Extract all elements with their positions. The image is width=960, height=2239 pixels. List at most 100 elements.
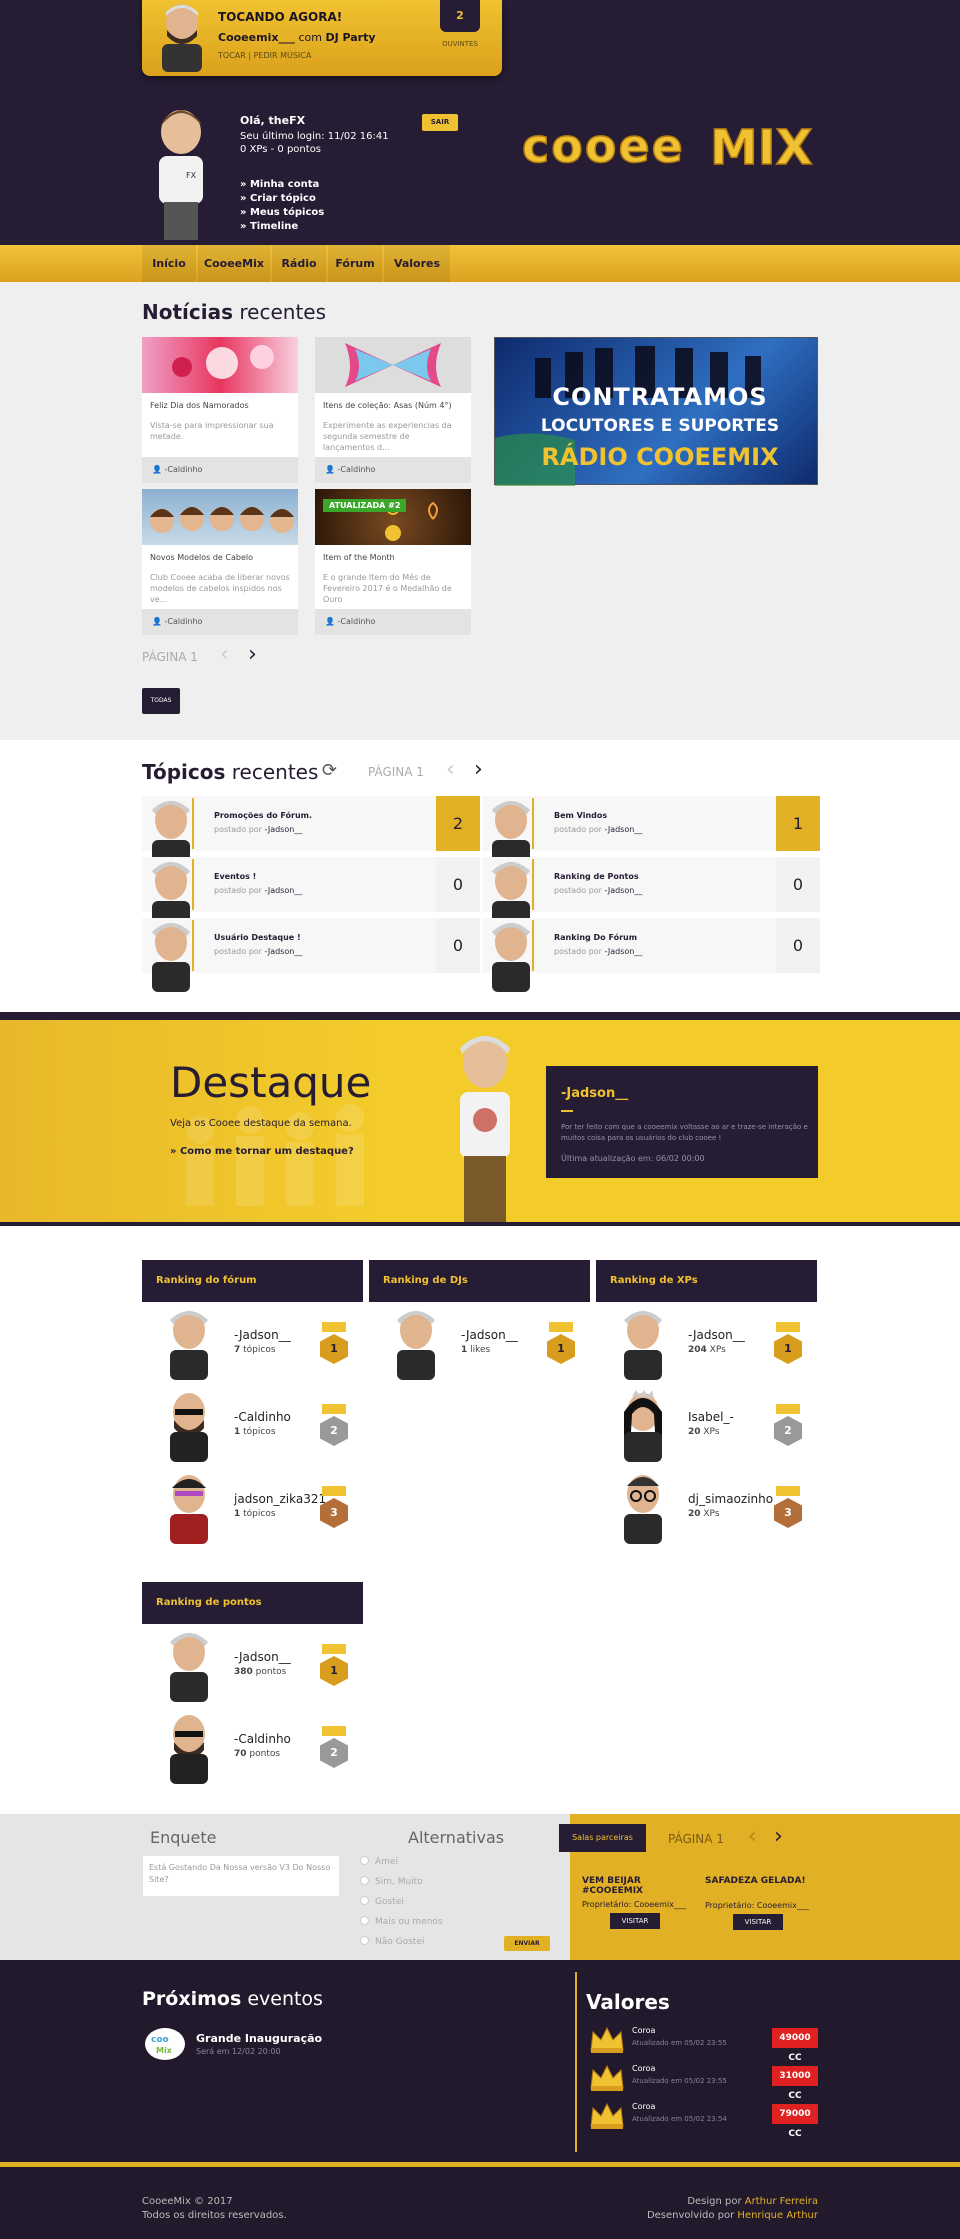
user-icon: 👤 (325, 465, 338, 474)
hiring-banner[interactable]: CONTRATAMOS LOCUTORES E SUPORTES RÁDIO C… (494, 337, 818, 486)
ranking-row[interactable]: -Jadson__ 7 tópicos 1 (142, 1302, 363, 1384)
ranking-avatar (164, 1308, 214, 1380)
banner-line1: CONTRATAMOS (552, 383, 768, 411)
radio-icon[interactable] (360, 1916, 369, 1925)
ranking-avatar (164, 1712, 214, 1784)
nav-radio[interactable]: Rádio (272, 245, 326, 282)
menu-timeline[interactable]: » Timeline (240, 220, 324, 234)
prev-arrow-icon[interactable]: ‹ (446, 757, 455, 782)
ranking-row[interactable]: jadson_zika321 1 tópicos 3 (142, 1466, 363, 1548)
radio-icon[interactable] (360, 1856, 369, 1865)
poll-question: Está Gostando Da Nossa versão V3 Do Noss… (143, 1856, 339, 1896)
topic-row[interactable]: Usuário Destaque ! postado por -Jadson__ 0 (142, 918, 480, 992)
topic-row[interactable]: Bem Vindos postado por -Jadson__ 1 (482, 796, 820, 870)
ranking-row[interactable]: dj_simaozinho 20 XPs 3 (596, 1466, 817, 1548)
ranking-panel: Ranking de DJs -Jadson__ 1 likes 1 (369, 1260, 590, 1384)
radio-icon[interactable] (360, 1896, 369, 1905)
next-arrow-icon[interactable]: › (248, 642, 257, 667)
poll-option[interactable]: Gostei (360, 1896, 404, 1907)
svg-text:MIX: MIX (710, 120, 813, 174)
news-title: Novos Modelos de Cabelo (150, 553, 253, 562)
nav-forum[interactable]: Fórum (328, 245, 382, 282)
topic-reply-count: 0 (776, 918, 820, 973)
menu-my-account[interactable]: » Minha conta (240, 178, 324, 192)
now-playing-actions[interactable]: TOCAR | PEDIR MÚSICA (218, 51, 311, 60)
refresh-icon[interactable]: ⟳ (322, 760, 337, 781)
user-xp: 0 XPs - 0 pontos (240, 144, 322, 155)
how-to-feature-link[interactable]: » Como me tornar um destaque? (170, 1146, 354, 1157)
featured-updated: Última atualização em: 06/02 00:00 (561, 1154, 705, 1163)
medal-rank: 3 (320, 1498, 348, 1528)
news-desc: Vista-se para impressionar sua metade. (150, 421, 274, 441)
banner-line3: RÁDIO COOEEMIX (541, 443, 779, 471)
ranking-row[interactable]: -Caldinho 1 tópicos 2 (142, 1384, 363, 1466)
event-logo-icon: cooMix (145, 2028, 185, 2060)
featured-user-name[interactable]: -Jadson__ (561, 1086, 628, 1101)
ranking-row[interactable]: -Caldinho 70 pontos 2 (142, 1706, 363, 1788)
value-updated: Atualizado em 05/02 23:55 (632, 2077, 727, 2085)
ranking-row[interactable]: -Jadson__ 380 pontos 1 (142, 1624, 363, 1706)
topic-row[interactable]: Ranking Do Fórum postado por -Jadson__ 0 (482, 918, 820, 992)
medal-rank: 3 (774, 1498, 802, 1528)
developer-link[interactable]: Henrique Arthur (737, 2210, 818, 2221)
poll-option[interactable]: Não Gostei (360, 1936, 424, 1947)
values-heading: Valores (586, 1990, 670, 2014)
designer-link[interactable]: Arthur Ferreira (745, 2196, 818, 2207)
room-owner: Proprietário: Cooeemix___ (705, 1901, 809, 1910)
ranking-count: 1 tópicos (234, 1509, 276, 1519)
poll-option[interactable]: Mais ou menos (360, 1916, 443, 1927)
poll-option[interactable]: Sim, Muito (360, 1876, 423, 1887)
event-name[interactable]: Grande Inauguração (196, 2032, 322, 2045)
ranking-row[interactable]: Isabel_- 20 XPs 2 (596, 1384, 817, 1466)
news-card[interactable]: Itens de coleção: Asas (Núm 4°) Experime… (315, 337, 471, 483)
ranking-avatar (618, 1472, 668, 1544)
menu-my-topics[interactable]: » Meus tópicos (240, 206, 324, 220)
radio-icon[interactable] (360, 1936, 369, 1945)
logout-button[interactable]: SAIR (422, 114, 458, 131)
topic-row[interactable]: Ranking de Pontos postado por -Jadson__ 0 (482, 857, 820, 931)
next-arrow-icon[interactable]: › (774, 1824, 783, 1849)
nav-cooeemix[interactable]: CooeeMix (198, 245, 270, 282)
topic-author-avatar (146, 859, 194, 931)
featured-title: Destaque (170, 1058, 372, 1107)
all-news-button[interactable]: TODAS (142, 688, 180, 714)
topic-row[interactable]: Eventos ! postado por -Jadson__ 0 (142, 857, 480, 931)
footer: CooeeMix © 2017 Todos os direitos reserva… (0, 2162, 960, 2239)
ranking-title: Ranking do fórum (142, 1260, 363, 1302)
medal-icon: 2 (774, 1404, 802, 1456)
news-card[interactable]: Feliz Dia dos Namorados Vista-se para im… (142, 337, 298, 483)
topic-reply-count: 0 (776, 857, 820, 912)
poll-option[interactable]: Amei (360, 1856, 398, 1867)
prev-arrow-icon[interactable]: ‹ (220, 642, 229, 667)
topics-pagination: PÁGINA 1 (368, 765, 424, 779)
radio-icon[interactable] (360, 1876, 369, 1885)
news-card[interactable]: Novos Modelos de Cabelo Club Cooee acaba… (142, 489, 298, 635)
medal-icon: 1 (320, 1322, 348, 1374)
ranking-user-name: dj_simaozinho (688, 1492, 774, 1506)
news-card[interactable]: ATUALIZADA #2 Item of the Month E o gran… (315, 489, 471, 635)
cooeemix-logo[interactable]: cooee MIX (522, 118, 842, 174)
nav-inicio[interactable]: Início (142, 245, 196, 282)
ranking-count: 7 tópicos (234, 1345, 276, 1355)
news-image (142, 337, 298, 393)
news-author: 👤 -Caldinho (142, 609, 298, 635)
prev-arrow-icon[interactable]: ‹ (748, 1824, 757, 1849)
partner-rooms-tab[interactable]: Salas parceiras (559, 1824, 646, 1852)
ranking-row[interactable]: -Jadson__ 204 XPs 1 (596, 1302, 817, 1384)
poll-send-button[interactable]: ENVIAR (504, 1936, 550, 1951)
ranking-row[interactable]: -Jadson__ 1 likes 1 (369, 1302, 590, 1384)
visit-button[interactable]: VISITAR (733, 1914, 783, 1930)
news-title: Item of the Month (323, 553, 395, 562)
topic-title: Bem Vindos (554, 811, 608, 820)
ranking-title: Ranking de DJs (369, 1260, 590, 1302)
next-arrow-icon[interactable]: › (474, 757, 483, 782)
nav-valores[interactable]: Valores (384, 245, 450, 282)
topic-row[interactable]: Promoções do Fórum. postado por -Jadson__… (142, 796, 480, 870)
visit-button[interactable]: VISITAR (610, 1913, 660, 1929)
ranking-avatar (164, 1630, 214, 1702)
svg-text:Mix: Mix (156, 2046, 173, 2055)
menu-create-topic[interactable]: » Criar tópico (240, 192, 324, 206)
topic-title: Promoções do Fórum. (214, 811, 313, 820)
topic-reply-count: 0 (436, 918, 480, 973)
topic-author: postado por -Jadson__ (554, 886, 643, 895)
